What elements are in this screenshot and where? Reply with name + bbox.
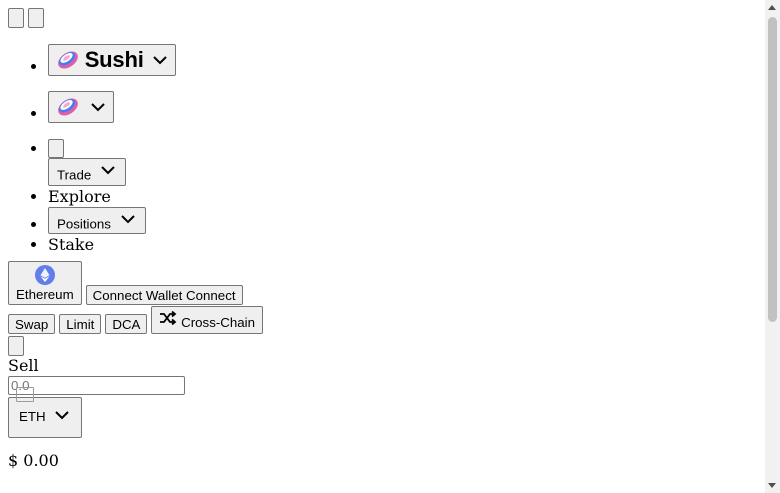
connect-wallet-button[interactable]: Connect Wallet Connect [85, 285, 243, 306]
ethereum-icon [34, 265, 55, 286]
menu-toggle-button[interactable] [8, 8, 24, 28]
chevron-down-icon [101, 166, 115, 175]
network-wallet-row: Ethereum Connect Wallet Connect [8, 261, 764, 306]
nav-item-empty [48, 139, 764, 158]
token-image [16, 387, 34, 403]
brand-menu-button[interactable]: Sushi [48, 44, 177, 76]
nav-item-positions: Positions [48, 206, 764, 235]
sell-amount-input[interactable] [8, 376, 185, 396]
sushi-logo-icon [58, 51, 78, 69]
main-nav: Sushi Trade [8, 44, 764, 254]
scrollbar-thumb[interactable] [768, 17, 777, 322]
tab-cross-chain-label: Cross-Chain [181, 314, 256, 330]
scroll-up-icon[interactable] [768, 5, 776, 10]
network-label: Ethereum [16, 287, 74, 303]
positions-label: Positions [57, 216, 111, 232]
explore-link[interactable]: Explore [48, 187, 111, 206]
nav-item-explore[interactable]: Explore [48, 187, 764, 206]
tab-swap[interactable]: Swap [8, 314, 56, 335]
nav-item-brand: Sushi [48, 44, 764, 76]
tab-dca[interactable]: DCA [105, 314, 148, 335]
positions-menu-button[interactable]: Positions [48, 206, 146, 235]
page: Sushi Trade [8, 8, 764, 470]
scroll-down-icon[interactable] [768, 483, 776, 488]
nav-item-logo-menu [48, 91, 764, 123]
vertical-scrollbar[interactable] [765, 0, 780, 493]
settings-row [8, 336, 764, 357]
sell-label: Sell [8, 356, 39, 376]
network-selector-button[interactable]: Ethereum [8, 261, 82, 306]
sell-token-symbol: ETH [19, 408, 46, 424]
top-buttons [8, 8, 764, 28]
sell-token-selector[interactable]: ETH [8, 387, 83, 439]
brand-wordmark: Sushi [84, 47, 144, 72]
trade-label: Trade [57, 167, 92, 183]
sushi-logo-icon [58, 98, 78, 116]
sell-panel: Sell ETH $ 0.00 [8, 356, 764, 470]
trade-tabs: Swap Limit DCA Cross-Chain [8, 306, 764, 335]
tab-limit[interactable]: Limit [59, 314, 102, 335]
nav-item-trade: Trade [48, 158, 764, 186]
chevron-down-icon [90, 103, 105, 112]
chevron-down-icon [120, 214, 135, 223]
shuffle-icon [160, 310, 177, 325]
sell-usd-value: $ 0.00 [8, 451, 59, 471]
swap-settings-button[interactable] [8, 336, 24, 357]
logo-menu-button[interactable] [48, 91, 114, 123]
tab-cross-chain[interactable]: Cross-Chain [151, 306, 264, 335]
chevron-down-icon [55, 411, 70, 420]
nav-item-stake[interactable]: Stake [48, 235, 764, 254]
stake-link[interactable]: Stake [48, 235, 94, 254]
empty-nav-button[interactable] [48, 139, 64, 158]
secondary-toggle-button[interactable] [28, 8, 44, 28]
trade-menu-button[interactable]: Trade [48, 158, 126, 186]
chevron-down-icon [153, 56, 168, 65]
